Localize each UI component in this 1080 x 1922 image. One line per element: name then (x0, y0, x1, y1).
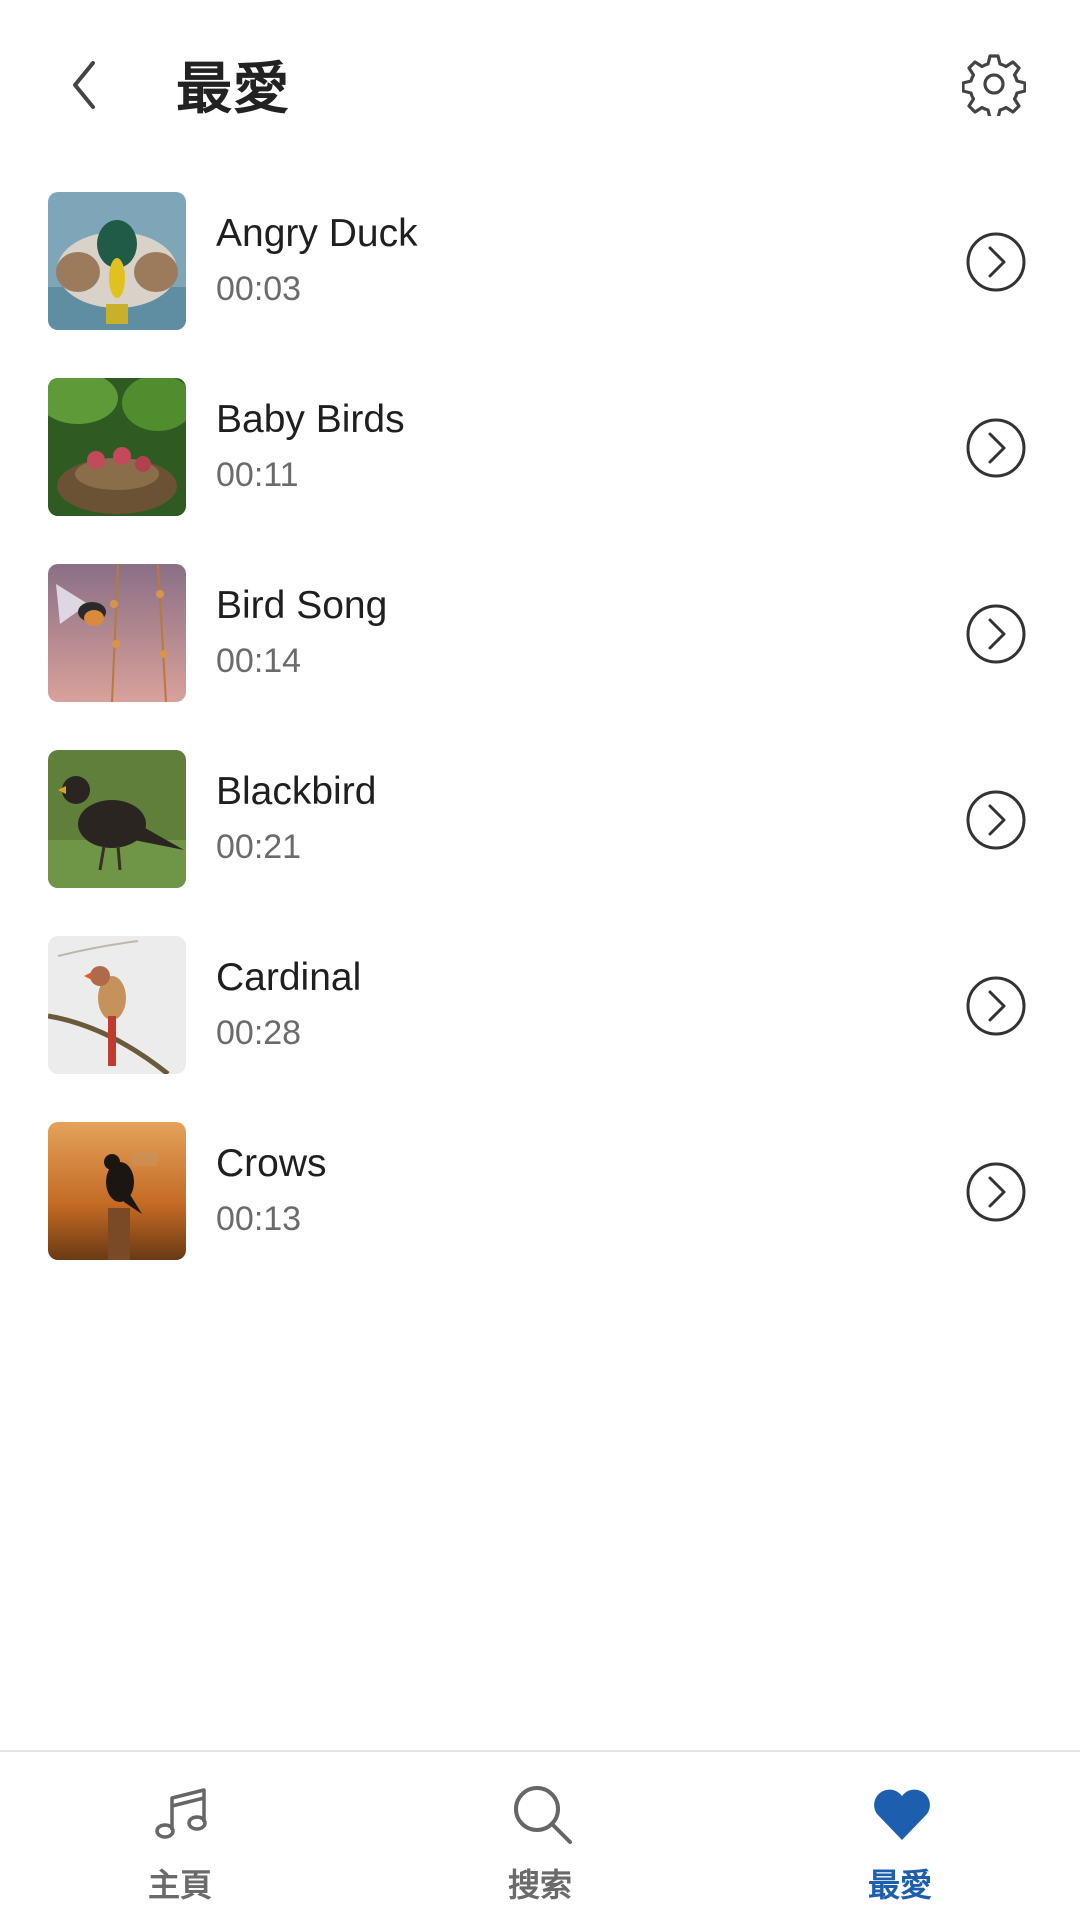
list-item[interactable]: Angry Duck 00:03 (0, 186, 1080, 372)
chevron-right-circle-icon[interactable] (964, 788, 1028, 852)
thumbnail-image (48, 378, 186, 516)
heart-icon (874, 1789, 930, 1840)
list-item[interactable]: Bird Song 00:14 (0, 558, 1080, 744)
list-item[interactable]: Cardinal 00:28 (0, 930, 1080, 1116)
chevron-right-circle-icon[interactable] (964, 230, 1028, 294)
tab-label: 主頁 (147, 1866, 212, 1904)
chevron-left-icon (73, 61, 95, 109)
gear-icon (962, 54, 1026, 116)
item-duration: 00:03 (216, 270, 302, 308)
chevron-right-circle-icon[interactable] (964, 974, 1028, 1038)
thumbnail-image (48, 750, 186, 888)
back-button[interactable] (55, 50, 115, 120)
item-duration: 00:28 (216, 1014, 302, 1052)
item-title: Angry Duck (216, 212, 418, 255)
bottom-tab-bar: 主頁 搜索 最愛 (0, 1750, 1080, 1922)
app-header: 最愛 (0, 0, 1080, 170)
tab-home[interactable]: 主頁 (60, 1752, 300, 1922)
search-icon (514, 1786, 572, 1844)
thumbnail-image (48, 936, 186, 1074)
tab-label: 搜索 (507, 1866, 572, 1904)
item-duration: 00:11 (216, 456, 299, 494)
tab-favorites[interactable]: 最愛 (780, 1752, 1020, 1922)
music-note-icon (155, 1788, 207, 1839)
item-title: Bird Song (216, 584, 388, 627)
tab-label: 最愛 (867, 1866, 932, 1904)
thumbnail-image (48, 192, 186, 330)
item-title: Crows (216, 1142, 327, 1185)
item-duration: 00:14 (216, 642, 302, 680)
list-item[interactable]: Baby Birds 00:11 (0, 372, 1080, 558)
list-item[interactable]: Blackbird 00:21 (0, 744, 1080, 930)
page-title: 最愛 (176, 57, 290, 122)
chevron-right-circle-icon[interactable] (964, 416, 1028, 480)
chevron-right-circle-icon[interactable] (964, 602, 1028, 666)
chevron-right-circle-icon[interactable] (964, 1160, 1028, 1224)
settings-button[interactable] (962, 52, 1026, 116)
item-title: Blackbird (216, 770, 377, 813)
thumbnail-image (48, 1122, 186, 1260)
tab-search[interactable]: 搜索 (420, 1752, 660, 1922)
favorites-list: Angry Duck 00:03 Baby Birds 00:11 Bird S… (0, 186, 1080, 1302)
item-title: Baby Birds (216, 398, 405, 441)
item-duration: 00:13 (216, 1200, 302, 1238)
list-item[interactable]: Crows 00:13 (0, 1116, 1080, 1302)
item-title: Cardinal (216, 956, 362, 999)
thumbnail-image (48, 564, 186, 702)
item-duration: 00:21 (216, 828, 302, 866)
